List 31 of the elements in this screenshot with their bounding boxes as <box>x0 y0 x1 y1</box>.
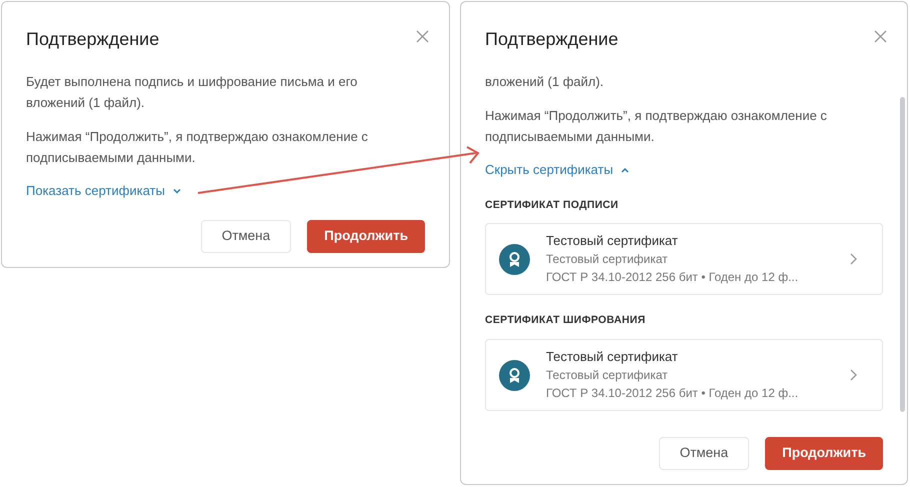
close-icon[interactable] <box>416 30 429 43</box>
chevron-down-icon <box>172 188 181 194</box>
continue-button[interactable]: Продолжить <box>307 220 425 253</box>
certificate-icon <box>499 244 530 275</box>
certificate-name: Тестовый сертификат <box>546 348 679 366</box>
certificates-toggle[interactable]: Показать сертификаты <box>26 181 181 200</box>
message-text: Будет выполнена подпись и шифрование письма и его вложений (1 файл). <box>26 73 358 112</box>
chevron-up-icon <box>621 166 630 173</box>
certificate-details: ГОСТ Р 34.10-2012 256 бит • Годен до 12 ф... <box>546 385 800 402</box>
section-heading: СЕРТИФИКАТ ШИФРОВАНИЯ <box>485 313 646 328</box>
chevron-right-icon <box>850 253 857 266</box>
message-text: вложений (1 файл). <box>485 73 605 91</box>
certificate-details: ГОСТ Р 34.10-2012 256 бит • Годен до 12 ф... <box>546 269 800 286</box>
dialog-title: Подтверждение <box>26 28 160 51</box>
cancel-button[interactable]: Отмена <box>200 220 292 253</box>
scrollbar[interactable] <box>900 97 905 412</box>
chevron-right-icon <box>850 369 857 381</box>
certificates-toggle[interactable]: Скрыть сертификаты <box>485 160 630 180</box>
certificate-issuer: Тестовый сертификат <box>546 367 669 384</box>
continue-button[interactable]: Продолжить <box>765 437 883 470</box>
dialog-title: Подтверждение <box>485 28 618 51</box>
message-text: Нажимая “Продолжить”, я подтверждаю ознакомление с подписываемыми данными. <box>26 128 369 167</box>
certificate-card[interactable]: Тестовый сертификат Тестовый сертификат ГОСТ Р 34.10-2012 256 бит • Годен до 12 ф... <box>485 339 883 411</box>
certificate-name: Тестовый сертификат <box>546 232 679 250</box>
message-text: Нажимая “Продолжить”, я подтверждаю ознакомление с подписываемыми данными. <box>485 107 828 146</box>
section-heading: СЕРТИФИКАТ ПОДПИСИ <box>485 198 620 212</box>
close-icon[interactable] <box>874 30 887 43</box>
certificate-issuer: Тестовый сертификат <box>546 251 669 268</box>
cancel-button[interactable]: Отмена <box>658 437 750 470</box>
certificate-icon <box>499 360 530 390</box>
certificate-card[interactable]: Тестовый сертификат Тестовый сертификат ГОСТ Р 34.10-2012 256 бит • Годен до 12 ф... <box>485 223 883 296</box>
